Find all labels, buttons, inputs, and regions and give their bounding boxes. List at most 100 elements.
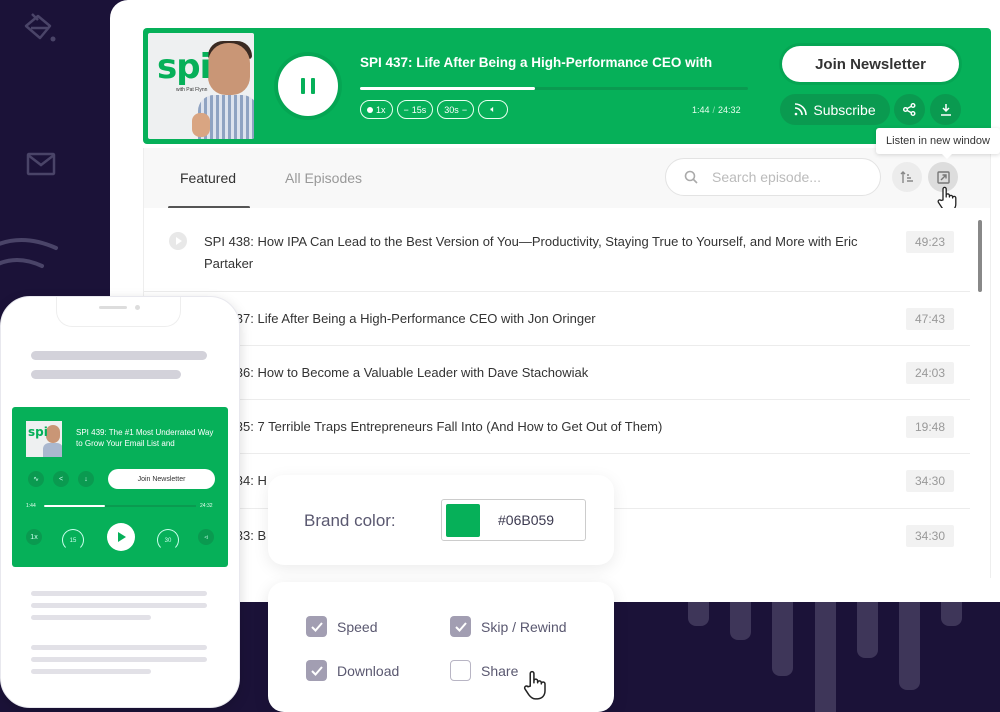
share-button[interactable] <box>894 94 925 125</box>
color-swatch[interactable] <box>446 504 480 537</box>
pause-button[interactable] <box>278 56 338 116</box>
brand-color-input[interactable]: #06B059 <box>441 499 586 541</box>
placeholder-line <box>31 669 151 674</box>
mail-icon <box>26 152 56 176</box>
subscribe-button[interactable]: Subscribe <box>780 94 890 125</box>
option-speed[interactable]: Speed <box>306 616 377 637</box>
sort-icon <box>900 170 913 183</box>
brand-color-card: Brand color: #06B059 <box>268 475 614 565</box>
external-window-icon <box>936 170 950 184</box>
placeholder-line <box>31 370 181 379</box>
mobile-episode-title: SPI 439: The #1 Most Underrated Way to G… <box>76 428 214 448</box>
checkbox-skip-rewind[interactable] <box>450 616 471 637</box>
player-options-card: Speed Skip / Rewind Download Share <box>268 582 614 712</box>
mobile-play-button[interactable] <box>107 523 135 551</box>
search-icon <box>684 170 698 184</box>
now-playing-title: SPI 437: Life After Being a High-Perform… <box>360 55 713 70</box>
mobile-cover-art: spi <box>26 421 62 457</box>
episode-duration: 19:48 <box>906 416 954 438</box>
search-input[interactable]: Search episode... <box>665 158 881 196</box>
wave-bar <box>772 596 793 676</box>
mobile-rss-button[interactable]: ∿ <box>28 471 44 487</box>
playback-controls: 1x −15s 30s − 🔈︎ <box>360 100 509 119</box>
episode-title: SPI 435: 7 Terrible Traps Entrepreneurs … <box>204 419 663 434</box>
signal-waves-icon <box>0 238 58 268</box>
placeholder-line <box>31 657 207 662</box>
cover-logo: spi <box>157 47 211 87</box>
list-item[interactable]: SPI 438: How IPA Can Lead to the Best Ve… <box>144 208 970 292</box>
tooltip: Listen in new window <box>876 128 1000 159</box>
list-scrollbar[interactable] <box>978 220 982 292</box>
episode-duration: 49:23 <box>906 231 954 253</box>
episode-title: SPI 438: How IPA Can Lead to the Best Ve… <box>204 234 858 271</box>
list-item[interactable]: SPI 437: Life After Being a High-Perform… <box>144 292 970 346</box>
episode-duration: 24:03 <box>906 362 954 384</box>
paint-bucket-icon <box>24 13 56 42</box>
placeholder-line <box>31 351 207 360</box>
time-display: 1:44/24:32 <box>692 105 741 115</box>
mobile-volume-button[interactable]: ◃ <box>198 529 214 545</box>
mobile-duration: 24:32 <box>200 503 213 509</box>
episode-title: SPI 437: Life After Being a High-Perform… <box>204 311 596 326</box>
list-item[interactable]: SPI 435: 7 Terrible Traps Entrepreneurs … <box>144 400 970 454</box>
checkmark-icon <box>310 665 323 676</box>
checkmark-icon <box>454 621 467 632</box>
share-icon <box>903 103 916 116</box>
volume-button[interactable]: 🔈︎ <box>478 100 509 119</box>
podcast-cover-art: spi with Pat Flynn <box>148 33 254 139</box>
wave-bar <box>857 596 878 658</box>
placeholder-line <box>31 591 207 596</box>
mobile-join-newsletter-button[interactable]: Join Newsletter <box>108 469 215 489</box>
rss-icon <box>795 103 808 116</box>
volume-icon: 🔈︎ <box>490 104 496 114</box>
mobile-rewind-button[interactable]: 15 <box>60 529 86 551</box>
phone-notch <box>56 297 181 327</box>
join-newsletter-button[interactable]: Join Newsletter <box>782 46 959 82</box>
mobile-download-button[interactable]: ↓ <box>78 471 94 487</box>
brand-color-hex: #06B059 <box>498 512 555 528</box>
mobile-share-button[interactable]: < <box>53 471 69 487</box>
rewind-15-button[interactable]: −15s <box>396 100 434 119</box>
tab-featured[interactable]: Featured <box>180 170 236 186</box>
mobile-forward-button[interactable]: 30 <box>155 529 181 551</box>
episode-duration: 34:30 <box>906 470 954 492</box>
episode-title: SPI 436: How to Become a Valuable Leader… <box>204 365 589 380</box>
sort-button[interactable] <box>892 162 922 192</box>
placeholder-line <box>31 603 207 608</box>
wave-bar <box>730 596 751 640</box>
forward-icon: − <box>461 104 468 115</box>
option-share[interactable]: Share <box>450 660 518 681</box>
checkbox-speed[interactable] <box>306 616 327 637</box>
checkmark-icon <box>310 621 323 632</box>
progress-fill <box>360 87 535 90</box>
play-icon[interactable] <box>169 232 187 250</box>
mobile-speed-button[interactable]: 1x <box>26 529 42 545</box>
option-skip-rewind[interactable]: Skip / Rewind <box>450 616 567 637</box>
speed-button[interactable]: 1x <box>360 100 393 119</box>
checkbox-download[interactable] <box>306 660 327 681</box>
wave-bar <box>899 596 920 690</box>
episode-duration: 34:30 <box>906 525 954 547</box>
rewind-icon: − <box>403 104 409 115</box>
list-item[interactable]: SPI 436: How to Become a Valuable Leader… <box>144 346 970 400</box>
download-icon <box>940 104 951 116</box>
brand-color-label: Brand color: <box>304 511 396 530</box>
option-download[interactable]: Download <box>306 660 399 681</box>
cover-subtitle: with Pat Flynn <box>176 87 208 93</box>
speed-icon <box>367 106 373 113</box>
hand-cursor-icon <box>523 670 546 700</box>
download-button[interactable] <box>930 94 961 125</box>
wave-bar <box>815 596 836 712</box>
episode-duration: 47:43 <box>906 308 954 330</box>
checkbox-share[interactable] <box>450 660 471 681</box>
mobile-preview: spi SPI 439: The #1 Most Underrated Way … <box>0 296 240 708</box>
placeholder-line <box>31 615 151 620</box>
tab-all-episodes[interactable]: All Episodes <box>285 170 362 186</box>
mobile-progress-bar[interactable] <box>44 505 196 507</box>
forward-30-button[interactable]: 30s − <box>437 100 475 119</box>
progress-bar[interactable] <box>360 87 748 90</box>
placeholder-line <box>31 645 207 650</box>
pause-icon <box>301 78 305 94</box>
mobile-player: spi SPI 439: The #1 Most Underrated Way … <box>12 407 228 567</box>
mobile-elapsed: 1:44 <box>26 503 36 509</box>
